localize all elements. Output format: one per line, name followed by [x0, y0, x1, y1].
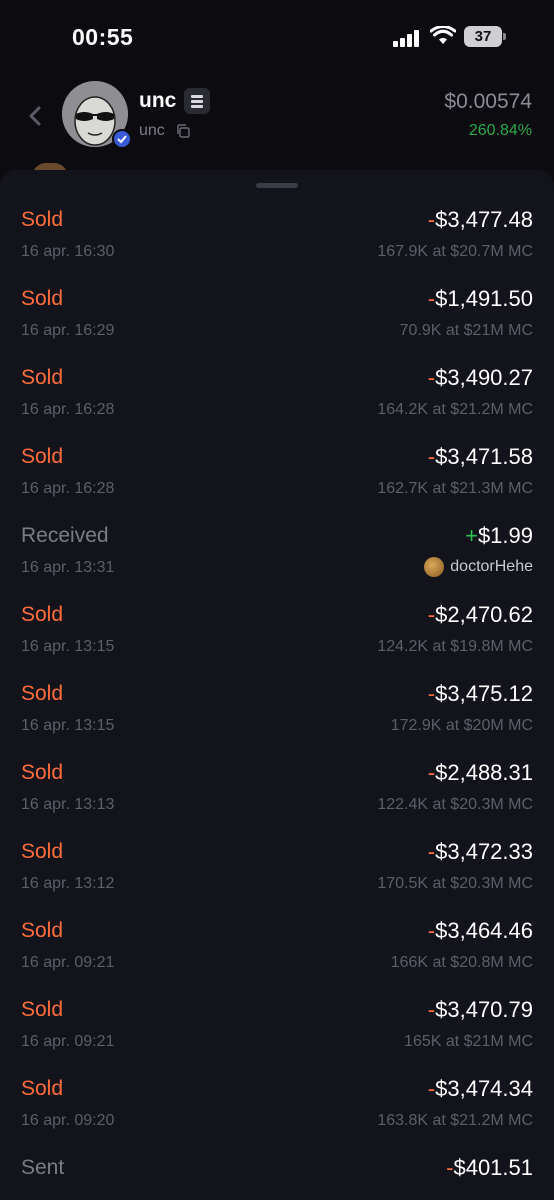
transaction-amount: -$1,491.50 [428, 286, 533, 312]
transaction-date: 16 apr. 13:31 [21, 559, 115, 576]
transaction-row[interactable]: Sold 16 apr. 16:30 -$3,477.48 167.9K at $20… [0, 205, 554, 284]
transaction-type: Sent [21, 1156, 65, 1179]
token-ticker: unc [139, 122, 165, 139]
token-header: unc unc $0.00574 260.84% [0, 80, 554, 172]
token-name: unc [139, 89, 177, 112]
transaction-amount: -$3,470.79 [428, 997, 533, 1023]
transaction-type: Sold [21, 208, 64, 231]
transaction-detail: 163.8K at $21.2M MC [377, 1112, 533, 1129]
user-avatar-icon [424, 557, 445, 577]
solana-chain-icon [184, 88, 210, 114]
transaction-type: Sold [21, 998, 64, 1021]
amount-sign: + [465, 523, 478, 548]
amount-value: $2,488.31 [435, 760, 533, 785]
transaction-row[interactable]: Sold 16 apr. 09:20 -$3,474.34 163.8K at $21… [0, 1074, 554, 1153]
status-bar: 00:55 37 [0, 0, 554, 80]
transaction-amount: -$3,477.48 [428, 207, 533, 233]
verified-badge-icon [112, 129, 132, 149]
transaction-type: Sold [21, 603, 64, 626]
transaction-row[interactable]: Sent -$401.51 [0, 1153, 554, 1200]
transaction-amount: -$3,471.58 [428, 444, 533, 470]
wifi-icon [430, 26, 456, 44]
transaction-date: 16 apr. 16:28 [21, 401, 115, 418]
transaction-row[interactable]: Sold 16 apr. 13:13 -$2,488.31 122.4K at $20… [0, 758, 554, 837]
back-button[interactable] [24, 100, 48, 132]
transaction-amount: -$3,464.46 [428, 918, 533, 944]
amount-value: $1,491.50 [435, 286, 533, 311]
price-change: 260.84% [468, 122, 532, 139]
transaction-row[interactable]: Received 16 apr. 13:31 +$1.99 doctorHehe [0, 521, 554, 600]
counterparty-name: doctorHehe [450, 558, 533, 575]
transaction-amount: -$2,488.31 [428, 760, 533, 786]
transaction-row[interactable]: Sold 16 apr. 16:28 -$3,471.58 162.7K at $21… [0, 442, 554, 521]
transaction-date: 16 apr. 09:21 [21, 1033, 115, 1050]
amount-value: $3,475.12 [435, 681, 533, 706]
token-price: $0.00574 [444, 90, 532, 113]
transaction-detail: 124.2K at $19.8M MC [377, 638, 533, 655]
amount-value: $401.51 [453, 1155, 533, 1180]
sheet-grabber[interactable] [256, 183, 298, 188]
transaction-detail: 70.9K at $21M MC [399, 322, 533, 339]
battery-icon: 37 [464, 26, 506, 47]
transaction-type: Received [21, 524, 109, 547]
transaction-date: 16 apr. 16:29 [21, 322, 115, 339]
amount-value: $3,490.27 [435, 365, 533, 390]
transaction-amount: -$3,474.34 [428, 1076, 533, 1102]
transaction-type: Sold [21, 1077, 64, 1100]
transaction-detail: 170.5K at $20.3M MC [377, 875, 533, 892]
transaction-amount: -$3,472.33 [428, 839, 533, 865]
amount-value: $3,472.33 [435, 839, 533, 864]
transaction-type: Sold [21, 682, 64, 705]
transaction-row[interactable]: Sold 16 apr. 16:28 -$3,490.27 164.2K at $21… [0, 363, 554, 442]
copy-icon[interactable] [176, 124, 190, 138]
transaction-row[interactable]: Sold 16 apr. 09:21 -$3,464.46 166K at $20.8… [0, 916, 554, 995]
transaction-detail: 165K at $21M MC [404, 1033, 533, 1050]
transaction-detail: 164.2K at $21.2M MC [377, 401, 533, 418]
transaction-detail: 162.7K at $21.3M MC [377, 480, 533, 497]
amount-value: $3,464.46 [435, 918, 533, 943]
amount-value: $3,470.79 [435, 997, 533, 1022]
transactions-sheet[interactable]: Sold 16 apr. 16:30 -$3,477.48 167.9K at $20… [0, 170, 554, 1200]
transaction-amount: -$2,470.62 [428, 602, 533, 628]
transaction-date: 16 apr. 09:21 [21, 954, 115, 971]
transaction-date: 16 apr. 09:20 [21, 1112, 115, 1129]
transaction-detail: 122.4K at $20.3M MC [377, 796, 533, 813]
status-time: 00:55 [72, 24, 134, 50]
chevron-left-icon [29, 106, 41, 126]
transaction-type: Sold [21, 919, 64, 942]
transaction-date: 16 apr. 13:15 [21, 638, 115, 655]
transaction-type: Sold [21, 840, 64, 863]
transaction-row[interactable]: Sold 16 apr. 13:15 -$3,475.12 172.9K at $20… [0, 679, 554, 758]
cellular-signal-icon [393, 30, 419, 47]
amount-value: $3,474.34 [435, 1076, 533, 1101]
amount-value: $2,470.62 [435, 602, 533, 627]
transaction-row[interactable]: Sold 16 apr. 16:29 -$1,491.50 70.9K at $21M… [0, 284, 554, 363]
transaction-row[interactable]: Sold 16 apr. 13:15 -$2,470.62 124.2K at $19… [0, 600, 554, 679]
transaction-amount: +$1.99 [465, 523, 533, 549]
transaction-type: Sold [21, 445, 64, 468]
transaction-amount: -$3,475.12 [428, 681, 533, 707]
amount-value: $3,477.48 [435, 207, 533, 232]
transaction-amount: -$3,490.27 [428, 365, 533, 391]
transaction-date: 16 apr. 13:15 [21, 717, 115, 734]
transaction-amount: -$401.51 [446, 1155, 533, 1181]
transaction-counterparty[interactable]: doctorHehe [424, 557, 533, 577]
amount-value: $3,471.58 [435, 444, 533, 469]
transaction-date: 16 apr. 13:12 [21, 875, 115, 892]
transaction-row[interactable]: Sold 16 apr. 13:12 -$3,472.33 170.5K at $20… [0, 837, 554, 916]
transaction-date: 16 apr. 13:13 [21, 796, 115, 813]
transaction-type: Sold [21, 287, 64, 310]
transaction-date: 16 apr. 16:30 [21, 243, 115, 260]
transaction-row[interactable]: Sold 16 apr. 09:21 -$3,470.79 165K at $21M … [0, 995, 554, 1074]
transaction-date: 16 apr. 16:28 [21, 480, 115, 497]
amount-value: $1.99 [477, 523, 533, 548]
transaction-detail: 172.9K at $20M MC [390, 717, 533, 734]
transaction-type: Sold [21, 761, 64, 784]
transaction-type: Sold [21, 366, 64, 389]
transaction-detail: 166K at $20.8M MC [390, 954, 533, 971]
transaction-detail: 167.9K at $20.7M MC [377, 243, 533, 260]
